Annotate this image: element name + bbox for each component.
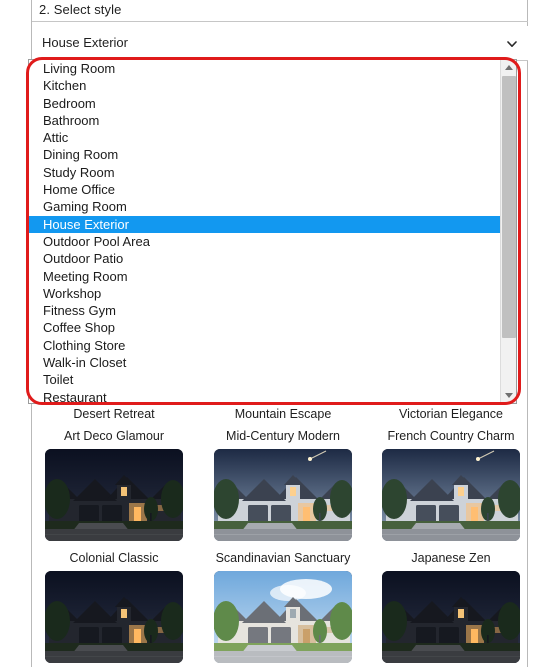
- triangle-down-icon: [504, 393, 513, 398]
- style-thumbnail-card[interactable]: Desert Retreat: [39, 406, 189, 427]
- dropdown-option[interactable]: Living Room: [29, 60, 501, 77]
- dropdown-option[interactable]: Restaurant: [29, 389, 501, 403]
- thumbnail-row: Desert Retreat Mountain Escape Victorian E…: [32, 406, 528, 428]
- dropdown-option[interactable]: Walk-in Closet: [29, 354, 501, 371]
- dropdown-option[interactable]: Attic: [29, 129, 501, 146]
- dropdown-option[interactable]: Study Room: [29, 164, 501, 181]
- scroll-up-button[interactable]: [501, 60, 516, 75]
- style-thumbnail-label: Japanese Zen: [411, 551, 491, 565]
- dropdown-option[interactable]: Dining Room: [29, 146, 501, 163]
- style-thumbnail-label: Scandinavian Sanctuary: [215, 551, 351, 565]
- style-thumbnail-card[interactable]: Colonial Classic: [39, 550, 189, 663]
- app-root: 2. Select style House Exterior Living Ro…: [0, 0, 550, 667]
- style-thumbnail-grid: Desert Retreat Mountain Escape Victorian E…: [32, 406, 528, 667]
- style-thumbnail-card[interactable]: Mountain Escape: [208, 406, 358, 427]
- style-select[interactable]: House Exterior: [32, 26, 528, 61]
- style-thumbnail-image[interactable]: [45, 449, 183, 541]
- dropdown-option[interactable]: Toilet: [29, 371, 501, 388]
- style-thumbnail-card[interactable]: Scandinavian Sanctuary: [208, 550, 358, 663]
- style-thumbnail-label: Colonial Classic: [69, 551, 159, 565]
- dropdown-option[interactable]: Kitchen: [29, 77, 501, 94]
- style-thumbnail-image[interactable]: [382, 571, 520, 663]
- triangle-up-icon: [504, 65, 513, 70]
- style-thumbnail-label: Art Deco Glamour: [63, 429, 165, 443]
- dropdown-option[interactable]: Fitness Gym: [29, 302, 501, 319]
- dropdown-option[interactable]: Outdoor Patio: [29, 250, 501, 267]
- thumbnail-row: Colonial Classic Scandinavian Sanctuary …: [32, 550, 528, 667]
- dropdown-option[interactable]: Outdoor Pool Area: [29, 233, 501, 250]
- style-thumbnail-label: Mid-Century Modern: [226, 429, 340, 443]
- style-thumbnail-label: Victorian Elegance: [398, 407, 503, 421]
- dropdown-option[interactable]: Bedroom: [29, 95, 501, 112]
- style-thumbnail-image[interactable]: [382, 449, 520, 541]
- dropdown-option[interactable]: Gaming Room: [29, 198, 501, 215]
- scroll-down-button[interactable]: [501, 388, 516, 403]
- style-thumbnail-label: French Country Charm: [387, 429, 515, 443]
- step-heading: 2. Select style: [39, 2, 122, 17]
- style-thumbnail-card[interactable]: Art Deco Glamour: [39, 428, 189, 541]
- style-thumbnail-image[interactable]: [214, 571, 352, 663]
- option-list: Living Room Kitchen Bedroom Bathroom Attic Di…: [29, 60, 501, 403]
- dropdown-option[interactable]: Meeting Room: [29, 268, 501, 285]
- style-dropdown-listbox[interactable]: Living Room Kitchen Bedroom Bathroom Attic Di…: [28, 59, 517, 404]
- dropdown-option[interactable]: Home Office: [29, 181, 501, 198]
- style-select-value: House Exterior: [42, 35, 128, 50]
- dropdown-scrollbar[interactable]: [500, 60, 516, 403]
- style-thumbnail-card[interactable]: French Country Charm: [376, 428, 526, 541]
- dropdown-option[interactable]: Bathroom: [29, 112, 501, 129]
- style-thumbnail-image[interactable]: [45, 571, 183, 663]
- scrollbar-thumb[interactable]: [502, 76, 516, 338]
- style-thumbnail-card[interactable]: Victorian Elegance: [376, 406, 526, 427]
- thumbnail-row: Art Deco Glamour Mid-Century Modern Fren…: [32, 428, 528, 550]
- chevron-down-icon: [506, 38, 518, 50]
- style-thumbnail-image[interactable]: [214, 449, 352, 541]
- style-thumbnail-label: Desert Retreat: [73, 407, 155, 421]
- dropdown-option[interactable]: Coffee Shop: [29, 319, 501, 336]
- style-thumbnail-card[interactable]: Mid-Century Modern: [208, 428, 358, 541]
- dropdown-option[interactable]: Clothing Store: [29, 337, 501, 354]
- style-thumbnail-label: Mountain Escape: [234, 407, 332, 421]
- style-thumbnail-card[interactable]: Japanese Zen: [376, 550, 526, 663]
- dropdown-option[interactable]: House Exterior: [29, 215, 501, 233]
- header-divider: [32, 21, 528, 22]
- dropdown-option[interactable]: Workshop: [29, 285, 501, 302]
